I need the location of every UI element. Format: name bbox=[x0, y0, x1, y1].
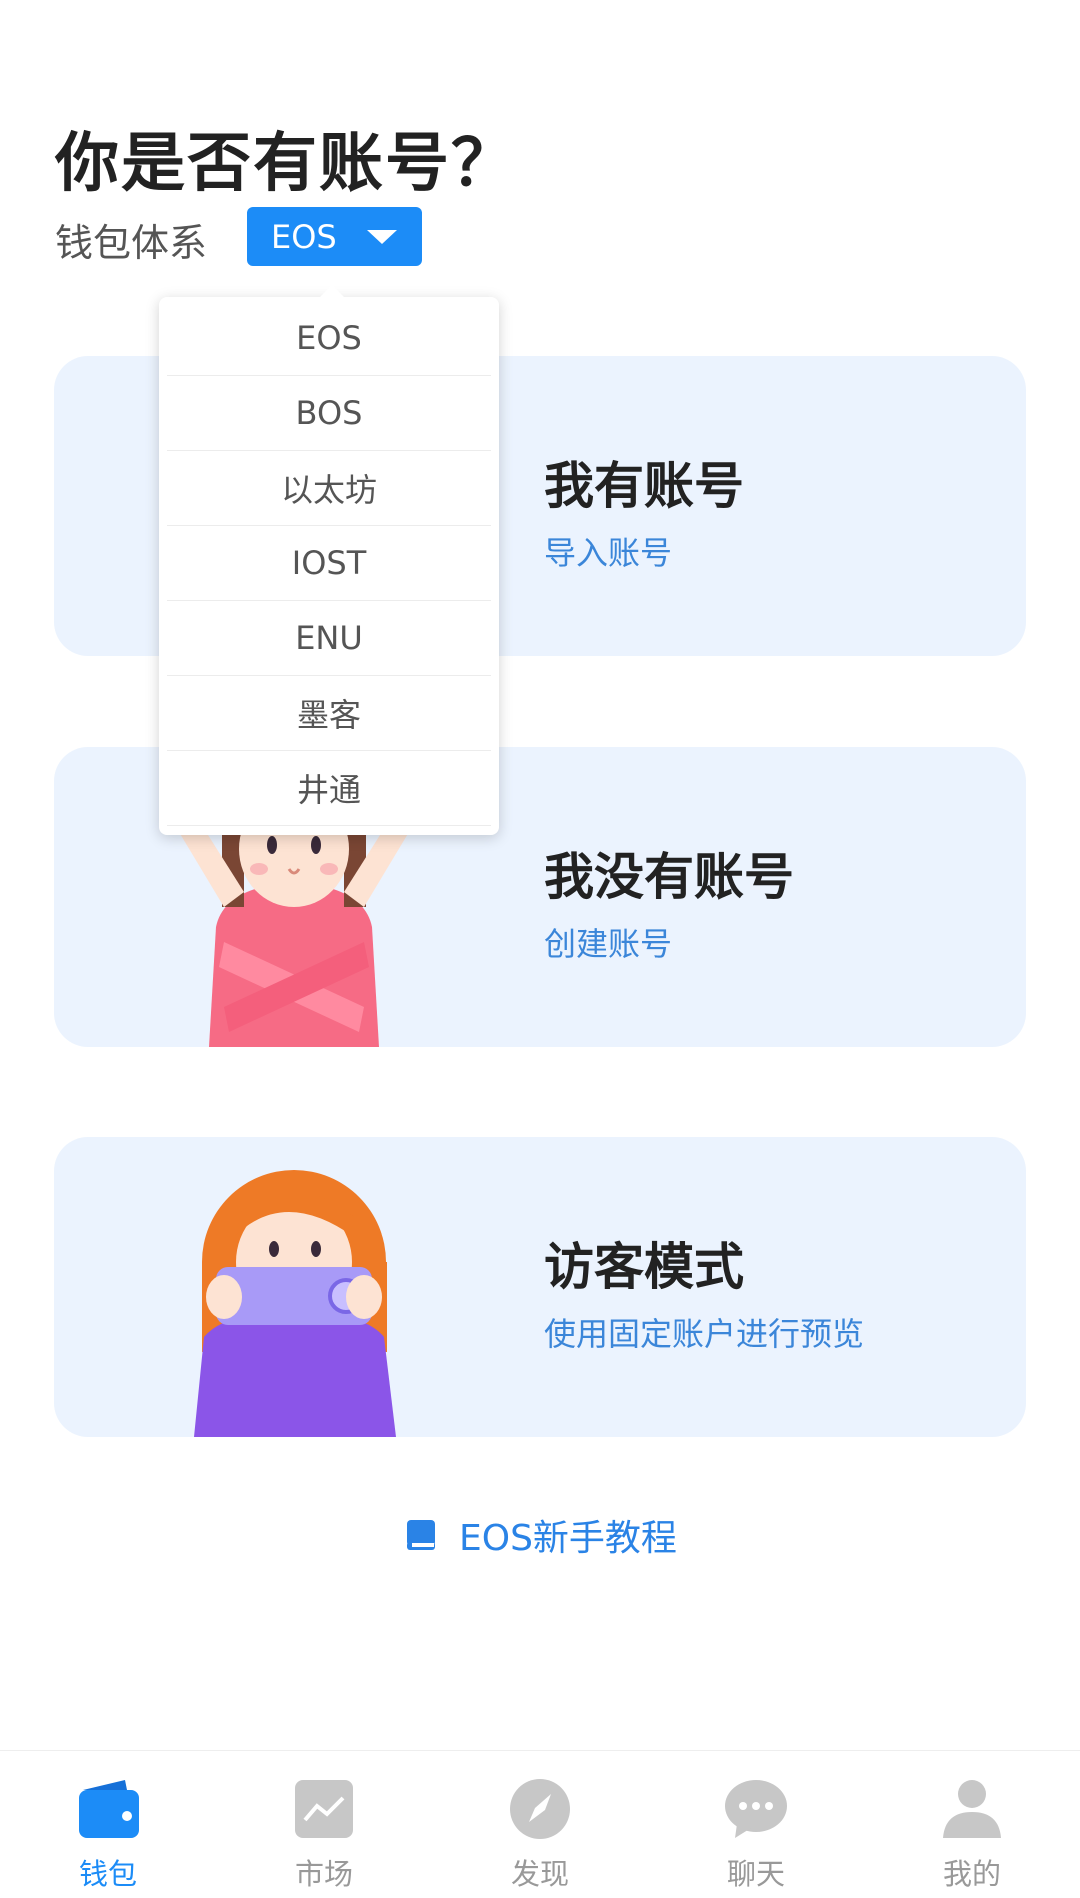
card-subtitle[interactable]: 创建账号 bbox=[544, 919, 672, 965]
tab-label: 聊天 bbox=[726, 1857, 785, 1891]
card-title: 我有账号 bbox=[544, 457, 744, 515]
dropdown-option-enu[interactable]: ENU bbox=[167, 601, 491, 676]
tab-label: 市场 bbox=[294, 1857, 353, 1891]
tutorial-link[interactable]: EOS新手教程 bbox=[405, 1510, 677, 1560]
wallet-icon bbox=[79, 1780, 139, 1838]
tab-market[interactable]: 市场 bbox=[216, 1751, 432, 1898]
dropdown-option-ethereum[interactable]: 以太坊 bbox=[167, 451, 491, 526]
tutorial-label: EOS新手教程 bbox=[459, 1518, 677, 1559]
dropdown-option-eos[interactable]: EOS bbox=[167, 301, 491, 376]
tab-wallet[interactable]: 钱包 bbox=[0, 1751, 216, 1898]
dropdown-option-jingtum[interactable]: 井通 bbox=[167, 751, 491, 826]
tab-profile[interactable]: 我的 bbox=[864, 1751, 1080, 1898]
card-subtitle[interactable]: 导入账号 bbox=[544, 528, 672, 574]
wallet-system-label: 钱包体系 bbox=[55, 221, 208, 265]
dropdown-option-bos[interactable]: BOS bbox=[167, 376, 491, 451]
tab-label: 发现 bbox=[510, 1857, 569, 1891]
chain-select[interactable]: EOS bbox=[247, 207, 422, 266]
card-subtitle[interactable]: 使用固定账户进行预览 bbox=[544, 1309, 864, 1355]
card-title: 访客模式 bbox=[544, 1238, 744, 1296]
tab-discover[interactable]: 发现 bbox=[432, 1751, 648, 1898]
book-icon bbox=[407, 1520, 435, 1550]
tab-label: 我的 bbox=[942, 1857, 1001, 1891]
tab-chat[interactable]: 聊天 bbox=[648, 1751, 864, 1898]
tab-label: 钱包 bbox=[78, 1857, 137, 1891]
caret-down-icon bbox=[367, 230, 397, 244]
chain-select-value: EOS bbox=[271, 217, 337, 256]
compass-icon bbox=[510, 1779, 570, 1839]
person-icon bbox=[943, 1780, 1001, 1838]
market-chart-icon bbox=[295, 1780, 353, 1838]
girl-with-phone-illustration bbox=[194, 1170, 396, 1437]
guest-mode-card[interactable]: 访客模式 使用固定账户进行预览 bbox=[54, 1137, 1026, 1437]
page-title: 你是否有账号？ bbox=[55, 127, 517, 201]
card-title: 我没有账号 bbox=[544, 848, 794, 906]
dropdown-option-iost[interactable]: IOST bbox=[167, 526, 491, 601]
chain-dropdown-menu: EOS BOS 以太坊 IOST ENU 墨客 井通 bbox=[159, 285, 499, 835]
dropdown-option-moac[interactable]: 墨客 bbox=[167, 676, 491, 751]
bottom-tab-bar: 钱包 市场 发现 聊天 我的 bbox=[0, 1750, 1080, 1898]
chat-bubble-icon bbox=[725, 1780, 787, 1838]
dropdown-arrow bbox=[319, 285, 345, 298]
